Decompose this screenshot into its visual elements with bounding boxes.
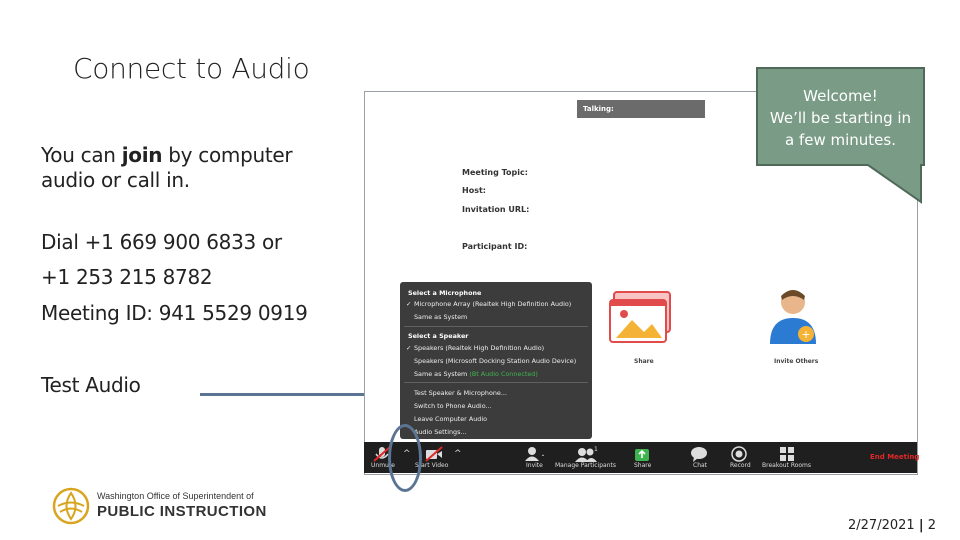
callout-line3: a few minutes. (785, 131, 896, 149)
invite-others-icon[interactable]: + (766, 286, 820, 348)
footer-date: 2/27/2021 (848, 518, 915, 533)
pointer-arrow (200, 393, 378, 396)
share-button[interactable]: Share (634, 462, 651, 469)
chat-button[interactable]: Chat (693, 462, 707, 469)
callout-line2: We’ll be starting in (769, 109, 912, 127)
dial-line2: +1 253 215 8782 (41, 265, 213, 289)
switch-phone-audio-item[interactable]: Switch to Phone Audio... (414, 402, 492, 410)
callout-line1: Welcome! (803, 87, 878, 105)
record-icon[interactable] (731, 446, 749, 462)
speaker-header: Select a Speaker (408, 332, 469, 340)
slide-title: Connect to Audio (73, 52, 310, 85)
invite-others-label: Invite Others (774, 358, 819, 365)
leave-computer-audio-item[interactable]: Leave Computer Audio (414, 415, 487, 423)
share-screen-icon[interactable] (608, 290, 672, 346)
meeting-topic-label: Meeting Topic: (462, 168, 528, 177)
menu-divider (404, 326, 588, 327)
invitation-url-label: Invitation URL: (462, 205, 530, 214)
svg-text:+: + (541, 451, 544, 461)
speaker-option-3-label: Same as System (414, 370, 468, 378)
mic-check-icon: ✓ (406, 300, 412, 308)
test-speaker-mic-item[interactable]: Test Speaker & Microphone... (414, 389, 507, 397)
test-audio-label: Test Audio (41, 373, 141, 397)
video-options-caret[interactable]: ^ (454, 449, 462, 459)
join-bold: join (121, 143, 163, 167)
breakout-rooms-icon[interactable] (779, 446, 795, 462)
mic-option-2[interactable]: Same as System (414, 313, 467, 321)
join-line2: audio or call in. (41, 168, 190, 192)
video-off-icon[interactable] (424, 446, 444, 462)
page-number: 2 (927, 518, 936, 533)
svg-text:+: + (801, 328, 810, 341)
speaker-option-1[interactable]: Speakers (Realtek High Definition Audio) (414, 344, 544, 352)
footer-date-page: 2/27/2021 | 2 (848, 518, 936, 533)
end-meeting-button[interactable]: End Meeting (870, 453, 919, 461)
callout-text: Welcome! We’ll be starting in a few minu… (755, 85, 926, 151)
dial-line1: Dial +1 669 900 6833 or (41, 230, 282, 254)
join-pre: You can (41, 143, 122, 167)
invite-icon[interactable]: + (524, 446, 544, 462)
speaker-option-3[interactable]: Same as System (Bt Audio Connected) (414, 370, 538, 378)
join-text: You can join by computer (41, 143, 293, 167)
talking-bar: Talking: (577, 100, 705, 118)
org-name-line2: PUBLIC INSTRUCTION (97, 503, 267, 520)
highlight-ring (388, 424, 422, 492)
audio-settings-item[interactable]: Audio Settings... (414, 428, 467, 436)
share-label: Share (634, 358, 654, 365)
mic-option-1[interactable]: Microphone Array (Realtek High Definitio… (414, 300, 571, 308)
mic-header: Select a Microphone (408, 289, 482, 297)
menu-divider (404, 382, 588, 383)
meeting-id: Meeting ID: 941 5529 0919 (41, 301, 308, 325)
org-name-line1: Washington Office of Superintendent of (97, 491, 254, 501)
record-button[interactable]: Record (730, 462, 751, 469)
share-icon[interactable] (634, 446, 650, 462)
speaker-check-icon: ✓ (406, 344, 412, 352)
ospi-logo-icon (52, 487, 90, 525)
host-label: Host: (462, 186, 486, 195)
footer-separator: | (918, 518, 924, 533)
breakout-rooms-button[interactable]: Breakout Rooms (762, 462, 811, 469)
participant-id-label: Participant ID: (462, 242, 528, 251)
invite-button[interactable]: Invite (526, 462, 543, 469)
chat-icon[interactable] (690, 446, 708, 462)
manage-participants-button[interactable]: Manage Participants (555, 462, 616, 469)
audio-menu: Select a Microphone ✓ Microphone Array (… (400, 282, 592, 439)
speaker-status: (Bt Audio Connected) (469, 370, 538, 378)
join-post: by computer (162, 143, 293, 167)
speaker-option-2[interactable]: Speakers (Microsoft Docking Station Audi… (414, 357, 576, 365)
participant-count: 1 (594, 446, 598, 453)
